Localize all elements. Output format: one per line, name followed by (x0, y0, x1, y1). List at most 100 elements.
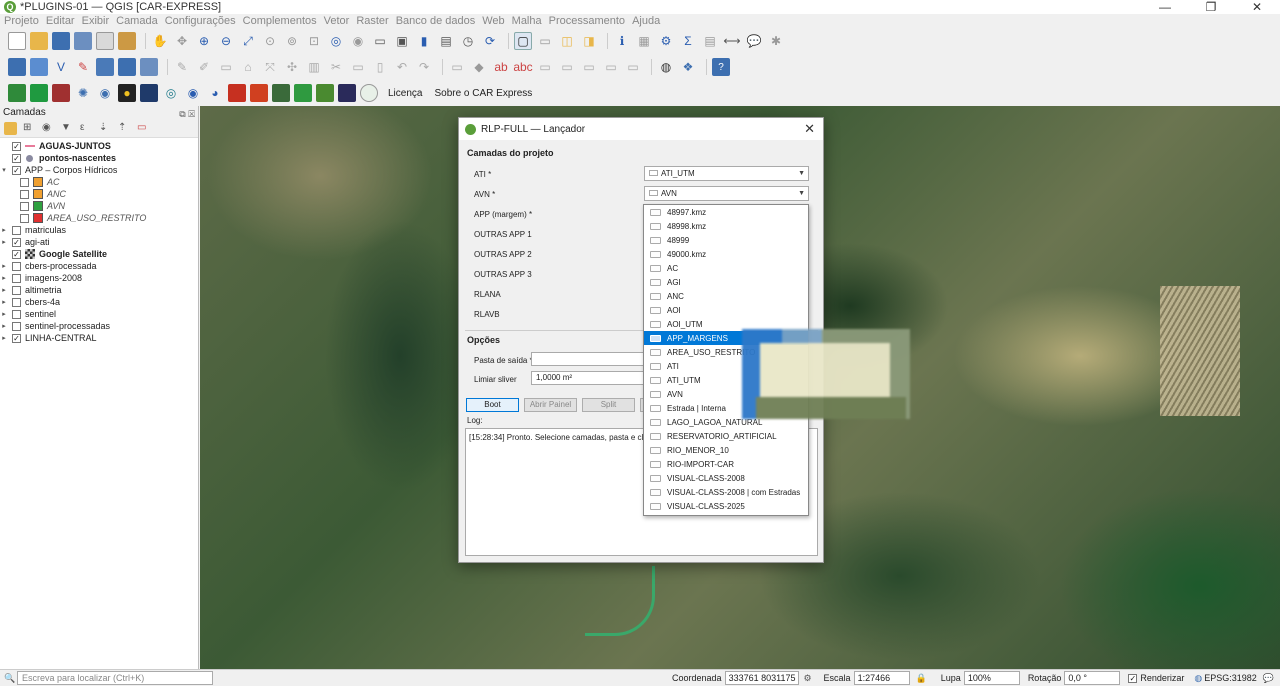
fire2-icon[interactable] (250, 84, 268, 102)
chevron-right-icon[interactable]: ▸ (0, 262, 8, 270)
boot-button[interactable]: Boot (466, 398, 519, 412)
redo-icon[interactable]: ↷ (415, 58, 433, 76)
layer-tree-item[interactable]: ▸ cbers-4a (0, 296, 198, 308)
google-earth-icon[interactable]: ◕ (206, 84, 224, 102)
layer-tree-item[interactable]: ▸ sentinel (0, 308, 198, 320)
bookmark-icon[interactable]: ▮ (415, 32, 433, 50)
chevron-right-icon[interactable]: ▸ (0, 322, 8, 330)
save-project-icon[interactable] (52, 32, 70, 50)
python-icon[interactable]: ❖ (679, 58, 697, 76)
layer-tree-item[interactable]: ▸ ✓ LINHA-CENTRAL (0, 332, 198, 344)
layer-visibility-checkbox[interactable]: ✓ (12, 249, 21, 259)
layer-visibility-checkbox[interactable] (20, 189, 29, 199)
close-window-button[interactable]: ✕ (1234, 0, 1280, 14)
panel-float-close-icons[interactable]: ⧉ ☒ (179, 107, 195, 121)
car-express-icon[interactable] (8, 84, 26, 102)
select-features-icon[interactable]: ▢ (514, 32, 532, 50)
add-vector-icon[interactable] (140, 58, 158, 76)
layer-visibility-checkbox[interactable]: ✓ (12, 237, 21, 247)
dropdown-option[interactable]: RIO-IMPORT-CAR (644, 457, 808, 471)
field-calc-icon[interactable]: ▤ (701, 32, 719, 50)
remove-layer-icon[interactable]: ▭ (137, 122, 150, 135)
network-icon[interactable]: ✺ (74, 84, 92, 102)
circle-icon[interactable] (360, 84, 378, 102)
layer-tree-item[interactable]: ▾ ✓ APP – Corpos Hídricos (0, 164, 198, 176)
show-bookmarks-icon[interactable]: ▤ (437, 32, 455, 50)
sun-icon[interactable]: ● (118, 84, 136, 102)
zoom-next-icon[interactable]: ◉ (349, 32, 367, 50)
vertex-tool-icon[interactable]: ⤧ (261, 58, 279, 76)
new-map-view-icon[interactable]: ▭ (371, 32, 389, 50)
layer-visibility-checkbox[interactable] (20, 201, 29, 211)
layer-tree-item[interactable]: ▸ matriculas (0, 224, 198, 236)
print-layout-icon[interactable] (96, 32, 114, 50)
minimize-button[interactable]: — (1142, 0, 1188, 14)
show-labels-icon[interactable]: ▭ (558, 58, 576, 76)
add-raster-icon[interactable] (96, 58, 114, 76)
dropdown-option[interactable]: AGI (644, 275, 808, 289)
chevron-right-icon[interactable]: ▸ (0, 286, 8, 294)
chevron-right-icon[interactable]: ▸ (0, 226, 8, 234)
temporal-icon[interactable]: ◷ (459, 32, 477, 50)
tree-icon[interactable] (294, 84, 312, 102)
collapse-all-icon[interactable]: ⇡ (118, 122, 131, 135)
new-project-icon[interactable] (8, 32, 26, 50)
layer-tree-item[interactable]: ▸ cbers-processada (0, 260, 198, 272)
ati-combo[interactable]: ATI_UTM ▼ (644, 166, 809, 181)
change-label-icon[interactable]: ▭ (624, 58, 642, 76)
inpe-icon[interactable]: ◎ (162, 84, 180, 102)
menu-web[interactable]: Web (482, 15, 504, 27)
avn-combo[interactable]: AVN ▼ (644, 186, 809, 201)
rotate-label-icon[interactable]: ▭ (602, 58, 620, 76)
messages-icon[interactable]: 💬 (1263, 673, 1274, 684)
layer-visibility-checkbox[interactable]: ✓ (12, 333, 21, 343)
zoom-selection-icon[interactable]: ⊙ (261, 32, 279, 50)
labeling-icon[interactable]: ab (492, 58, 510, 76)
chevron-right-icon[interactable]: ▸ (0, 274, 8, 282)
filter-expression-icon[interactable]: ε (80, 122, 93, 135)
zoom-full-icon[interactable]: ⤢ (239, 32, 257, 50)
edit-pencil-icon[interactable]: ✐ (195, 58, 213, 76)
layer-visibility-checkbox[interactable] (12, 309, 21, 319)
menu-camada[interactable]: Camada (116, 15, 158, 27)
layer-visibility-checkbox[interactable] (12, 321, 21, 331)
data-source-manager-icon[interactable] (8, 58, 26, 76)
landscape-icon[interactable] (272, 84, 290, 102)
layer-visibility-checkbox[interactable] (12, 225, 21, 235)
zoom-in-icon[interactable]: ⊕ (195, 32, 213, 50)
zoom-out-icon[interactable]: ⊖ (217, 32, 235, 50)
manage-themes-icon[interactable]: ◉ (42, 122, 55, 135)
layer-visibility-checkbox[interactable] (12, 273, 21, 283)
layer-tree-item[interactable]: AREA_USO_RESTRITO (0, 212, 198, 224)
menu-raster[interactable]: Raster (356, 15, 388, 27)
limiar-sliver-spinbox[interactable]: 1,0000 m² (531, 371, 651, 385)
annotation-icon[interactable]: 💬 (745, 32, 763, 50)
menu-malha[interactable]: Malha (512, 15, 542, 27)
dropdown-option[interactable]: AOI (644, 303, 808, 317)
chevron-right-icon[interactable]: ▸ (0, 334, 8, 342)
new-3d-view-icon[interactable]: ▣ (393, 32, 411, 50)
sobre-car-express-button[interactable]: Sobre o CAR Express (434, 88, 532, 99)
menu-vetor[interactable]: Vetor (324, 15, 350, 27)
plugin-globe-icon[interactable]: ◍ (657, 58, 675, 76)
measure-icon[interactable]: ⟷ (723, 32, 741, 50)
toolbox-icon[interactable]: ⚙ (657, 32, 675, 50)
layer-tree-item[interactable]: ✓ pontos-nascentes (0, 152, 198, 164)
abrir-painel-button[interactable]: Abrir Painel (524, 398, 577, 412)
maximize-button[interactable]: ❐ (1188, 0, 1234, 14)
dropdown-option[interactable]: VISUAL-CLASS-2008 (644, 471, 808, 485)
menu-configuracoes[interactable]: Configurações (165, 15, 236, 27)
scale-combo[interactable]: 1:27466 (853, 671, 910, 685)
magnifier-spinbox[interactable]: 100% (963, 671, 1020, 685)
deselect-icon[interactable]: ◫ (558, 32, 576, 50)
layer-tree-item[interactable]: AVN (0, 200, 198, 212)
dropdown-option[interactable]: 48997.kmz (644, 205, 808, 219)
dialog-close-icon[interactable]: ✕ (804, 121, 815, 137)
lock-scale-icon[interactable]: 🔒 (916, 673, 927, 684)
save-edits-icon[interactable]: ▭ (217, 58, 235, 76)
crs-button[interactable]: EPSG:31982 (1204, 673, 1257, 683)
layer-tree-item[interactable]: ✓ Google Satellite (0, 248, 198, 260)
crs-globe-icon[interactable]: ◍ (1194, 673, 1202, 684)
rotation-spinbox[interactable]: 0,0 ° (1064, 671, 1121, 685)
pin-labels-icon[interactable]: ▭ (536, 58, 554, 76)
